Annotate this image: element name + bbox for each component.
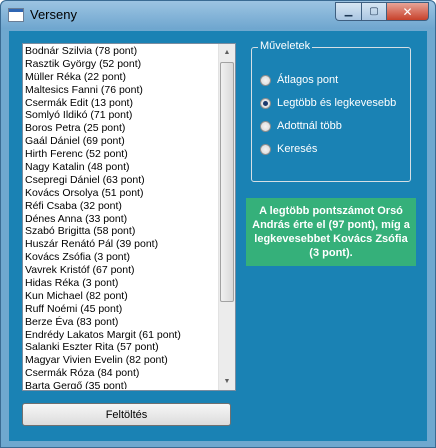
contestant-listbox[interactable]: Bodnár Szilvia (78 pont) Rasztik György (…	[22, 43, 236, 391]
radio-circle[interactable]	[260, 74, 271, 86]
operations-legend: Műveletek	[258, 40, 313, 52]
upload-button[interactable]: Feltöltés	[22, 403, 231, 426]
list-items: Bodnár Szilvia (78 pont) Rasztik György (…	[25, 45, 217, 389]
list-item[interactable]: Dénes Anna (33 pont)	[25, 213, 217, 226]
caption-buttons: ▁ ▢ ✕	[335, 2, 429, 21]
radio-search[interactable]: Keresés	[260, 143, 317, 155]
list-item[interactable]: Gaál Dániel (69 pont)	[25, 135, 217, 148]
list-item[interactable]: Réfi Csaba (32 pont)	[25, 200, 217, 213]
radio-label: Átlagos pont	[277, 74, 339, 86]
radio-label: Keresés	[277, 143, 318, 155]
list-item[interactable]: Csermák Edit (13 pont)	[25, 97, 217, 110]
minimize-button[interactable]: ▁	[335, 2, 361, 21]
radio-label: Adottnál több	[277, 120, 342, 132]
list-item[interactable]: Maltesics Fanni (76 pont)	[25, 84, 217, 97]
window-form-icon	[8, 8, 24, 22]
radio-more-than-given[interactable]: Adottnál több	[260, 120, 342, 132]
list-item[interactable]: Berze Éva (83 pont)	[25, 316, 217, 329]
chevron-down-icon: ▼	[223, 378, 231, 385]
radio-average-points[interactable]: Átlagos pont	[260, 74, 338, 86]
list-item[interactable]: Endrédy Lakatos Margit (61 pont)	[25, 329, 217, 342]
result-label: A legtöbb pontszámot Orsó András érte el…	[246, 198, 416, 266]
list-item[interactable]: Kovács Zsófia (3 pont)	[25, 251, 217, 264]
list-item[interactable]: Magyar Vivien Evelin (82 pont)	[25, 354, 217, 367]
list-item[interactable]: Hidas Réka (3 pont)	[25, 277, 217, 290]
list-item[interactable]: Rasztik György (52 pont)	[25, 58, 217, 71]
operations-groupbox: Műveletek Átlagos pont Legtöbb és legkev…	[251, 40, 411, 182]
maximize-icon: ▢	[369, 6, 379, 17]
list-item[interactable]: Kun Michael (82 pont)	[25, 290, 217, 303]
list-item[interactable]: Salanki Eszter Rita (57 pont)	[25, 341, 217, 354]
title-bar[interactable]: Verseny ▁ ▢ ✕	[1, 1, 435, 29]
radio-circle[interactable]	[260, 120, 271, 132]
app-window: Verseny ▁ ▢ ✕ Bodnár Szilvia (78 pont) Ra…	[0, 0, 436, 448]
list-item[interactable]: Boros Petra (25 pont)	[25, 122, 217, 135]
list-item[interactable]: Huszár Renátó Pál (39 pont)	[25, 238, 217, 251]
scroll-up-button[interactable]: ▲	[219, 44, 235, 61]
list-item[interactable]: Csermák Róza (84 pont)	[25, 367, 217, 380]
vertical-scrollbar[interactable]: ▲ ▼	[218, 44, 235, 390]
list-item[interactable]: Vavrek Kristóf (67 pont)	[25, 264, 217, 277]
list-item[interactable]: Csepregi Dániel (63 pont)	[25, 174, 217, 187]
radio-most-and-least[interactable]: Legtöbb és legkevesebb	[260, 97, 396, 109]
list-item[interactable]: Hirth Ferenc (52 pont)	[25, 148, 217, 161]
radio-circle[interactable]	[260, 97, 271, 109]
result-text: A legtöbb pontszámot Orsó András érte el…	[252, 205, 410, 259]
form-client-area: Bodnár Szilvia (78 pont) Rasztik György (…	[9, 31, 427, 441]
list-item[interactable]: Ruff Noémi (45 pont)	[25, 303, 217, 316]
close-icon: ✕	[402, 4, 413, 19]
list-item[interactable]: Nagy Katalin (48 pont)	[25, 161, 217, 174]
list-item[interactable]: Müller Réka (22 pont)	[25, 71, 217, 84]
list-item[interactable]: Bodnár Szilvia (78 pont)	[25, 45, 217, 58]
maximize-button[interactable]: ▢	[361, 2, 386, 21]
close-button[interactable]: ✕	[386, 2, 429, 21]
list-item[interactable]: Kovács Orsolya (51 pont)	[25, 187, 217, 200]
window-title: Verseny	[30, 7, 77, 22]
radio-circle[interactable]	[260, 143, 271, 155]
list-item[interactable]: Somlyó Ildikó (71 pont)	[25, 109, 217, 122]
list-item[interactable]: Szabó Brigitta (58 pont)	[25, 225, 217, 238]
list-item[interactable]: Barta Gergő (35 pont)	[25, 380, 217, 389]
scroll-down-button[interactable]: ▼	[219, 373, 235, 390]
minimize-icon: ▁	[344, 6, 353, 17]
radio-label: Legtöbb és legkevesebb	[277, 97, 397, 109]
chevron-up-icon: ▲	[223, 49, 231, 56]
scroll-thumb[interactable]	[220, 62, 234, 302]
